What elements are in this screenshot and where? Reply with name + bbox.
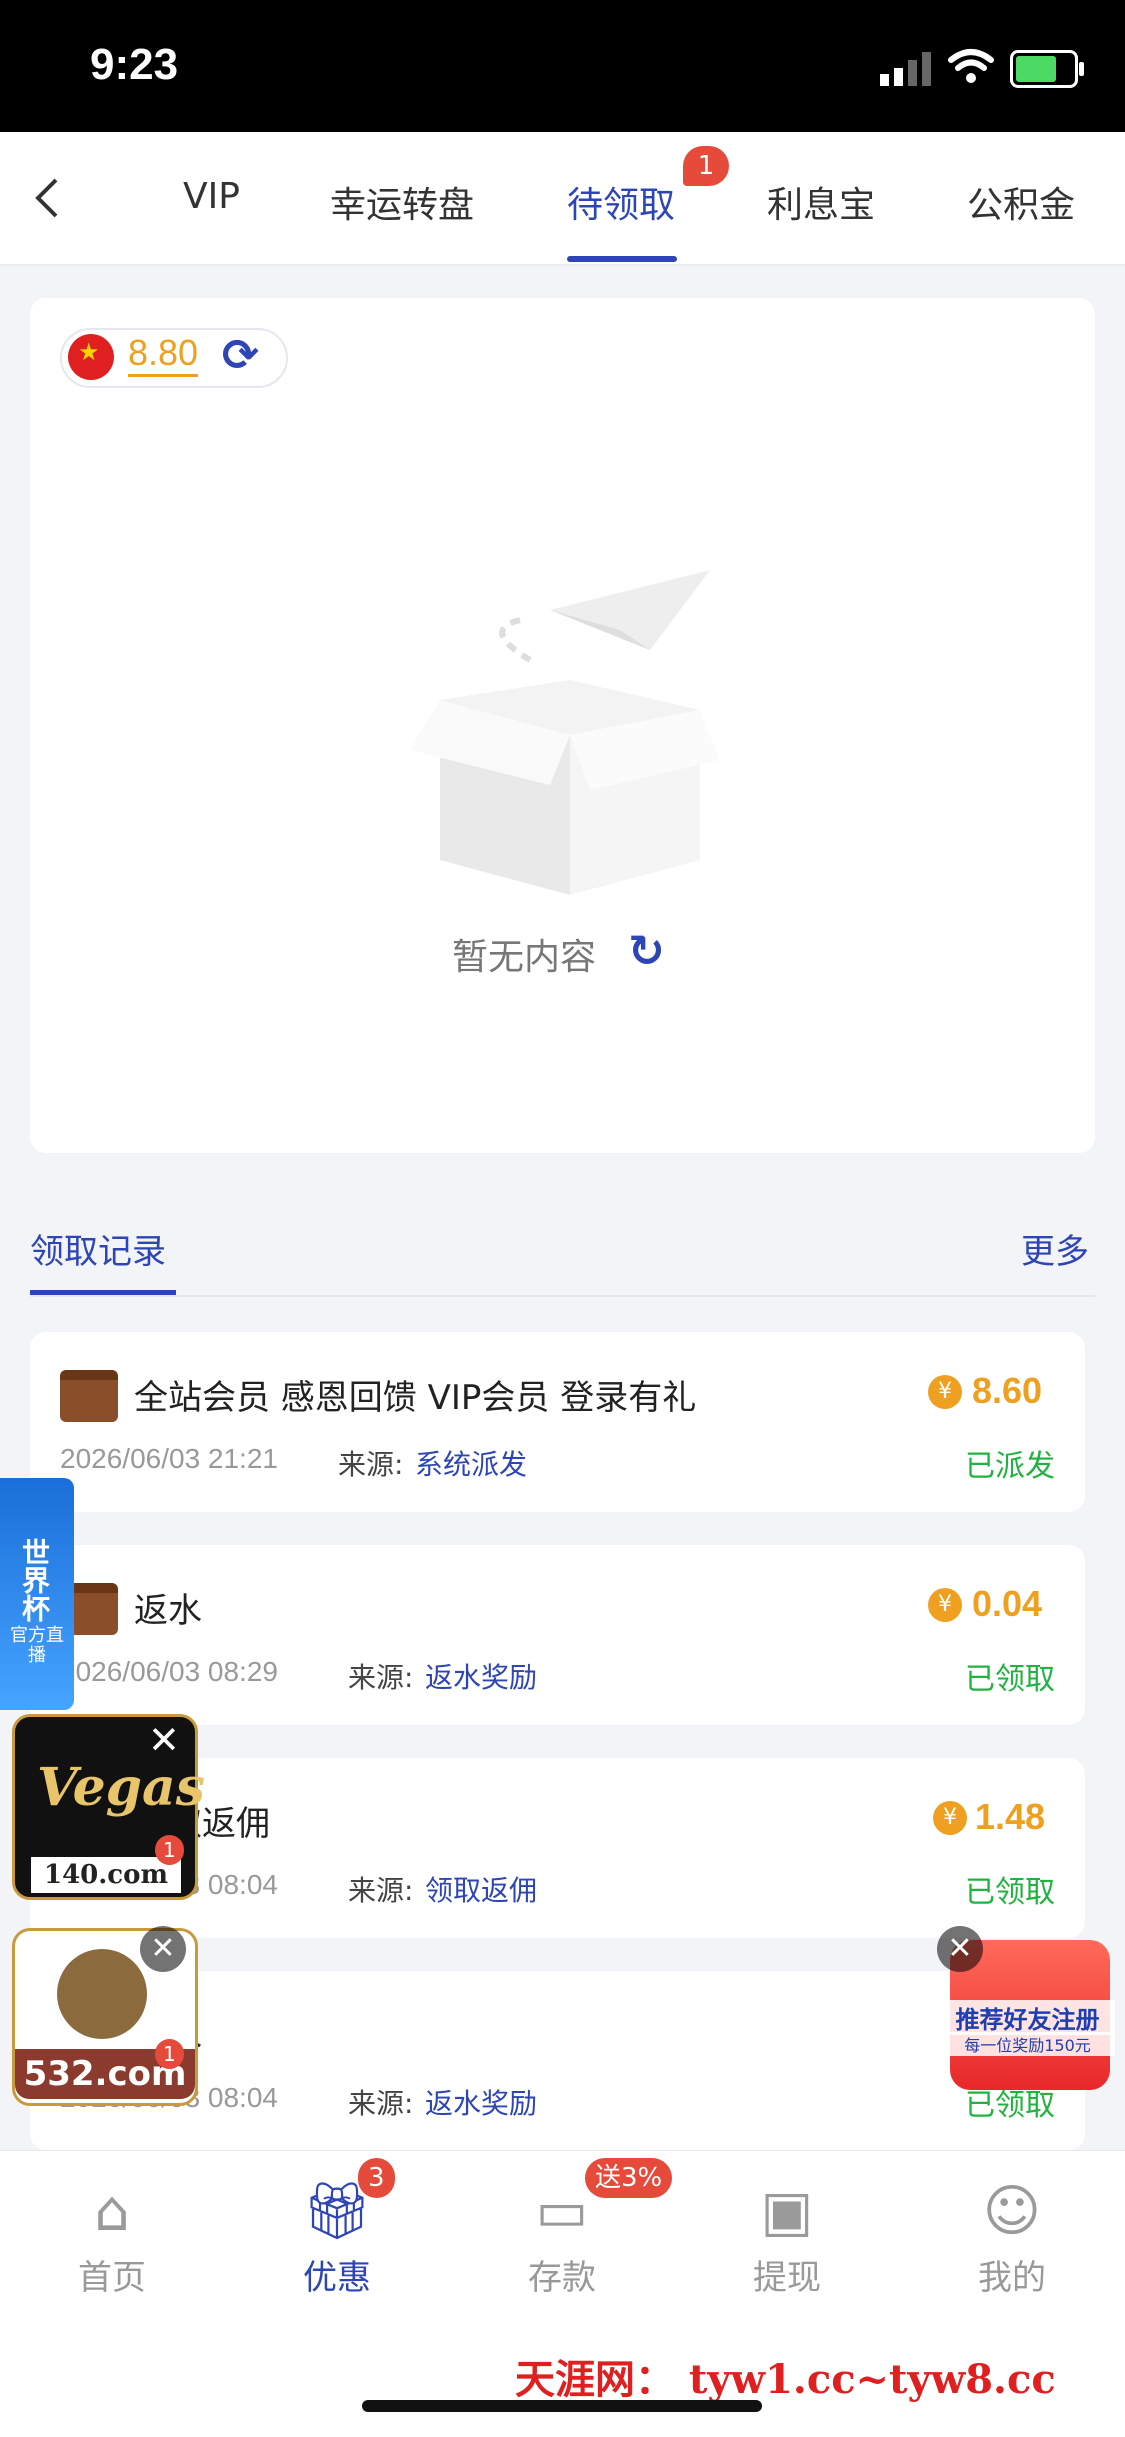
signal-icon [880, 50, 936, 86]
nav-withdraw[interactable]: ▣ 提现 [717, 2180, 857, 2299]
record-card[interactable] [30, 1545, 1085, 1725]
tab-pending[interactable]: 待领取 [567, 176, 675, 228]
nav-home-label: 首页 [78, 2258, 146, 2298]
tab-provident-fund[interactable]: 公积金 [967, 176, 1075, 228]
record-source: 领取返佣 [425, 1874, 538, 1907]
source-label: 来源: [348, 2087, 414, 2120]
site-532-logo [57, 1949, 147, 2039]
user-icon: ☺ [982, 2179, 1042, 2244]
records-tab[interactable]: 领取记录 [30, 1224, 166, 1273]
record-date: 2026/06/03 08:29 [60, 1656, 278, 1687]
coin-icon: ¥ [933, 1801, 967, 1835]
watermark-text: 天涯网： tyw1.cc~tyw8.cc [515, 2356, 1056, 2403]
nav-profile[interactable]: ☺ 我的 [942, 2180, 1082, 2299]
records-divider [30, 1295, 1095, 1297]
worldcup-ad-label: 世界杯 [18, 1538, 51, 1622]
record-status: 已领取 [965, 1875, 1055, 1910]
battery-icon [1010, 50, 1084, 88]
records-tab-indicator [30, 1290, 176, 1295]
source-label: 来源: [338, 1448, 404, 1481]
tab-interest[interactable]: 利息宝 [767, 176, 875, 228]
vegas-logo: Vegas [37, 1757, 205, 1818]
source-label: 来源: [348, 1874, 414, 1907]
record-date: 2026/06/03 21:21 [60, 1443, 278, 1474]
record-title: 返水 [134, 1591, 202, 1631]
vegas-ad-site: 140.com [31, 1857, 181, 1893]
nav-promotions[interactable]: 🎁︎ 优惠 [267, 2180, 407, 2299]
record-source: 返水奖励 [425, 1661, 538, 1694]
close-icon[interactable]: ✕ [937, 1926, 983, 1972]
close-icon[interactable]: ✕ [148, 1718, 180, 1762]
flag-star-icon: ★ [78, 338, 100, 366]
worldcup-ad-sublabel: 官方直播 [10, 1625, 64, 1666]
empty-box-illustration [410, 570, 720, 895]
status-bar: 9:23 [0, 0, 1125, 132]
clock: 9:23 [90, 40, 179, 89]
tab-pending-badge: 1 [683, 146, 729, 186]
deposit-bonus-badge: 送3% [585, 2158, 673, 2198]
top-nav: VIP 幸运转盘 待领取 1 利息宝 公积金 [0, 132, 1125, 266]
record-amount: 8.60 [972, 1370, 1043, 1411]
balance-value: 8.80 [128, 332, 199, 377]
record-amount: 0.04 [972, 1583, 1043, 1624]
promotions-badge: 3 [358, 2158, 395, 2198]
record-title: 全站会员 感恩回馈 VIP会员 登录有礼 [134, 1378, 697, 1418]
wifi-icon [948, 49, 994, 83]
record-status: 已领取 [965, 1662, 1055, 1697]
back-icon[interactable] [32, 176, 62, 220]
nav-home[interactable]: ⌂ 首页 [42, 2180, 182, 2299]
source-label: 来源: [348, 1661, 414, 1694]
site-532-badge: 1 [155, 2039, 184, 2069]
nav-withdraw-label: 提现 [753, 2258, 821, 2298]
nav-profile-label: 我的 [978, 2258, 1046, 2298]
active-tab-indicator [567, 256, 677, 262]
nav-promotions-label: 优惠 [303, 2258, 371, 2298]
record-source: 系统派发 [415, 1448, 528, 1481]
treasure-chest-icon [60, 1370, 118, 1422]
empty-state-text: 暂无内容 [452, 937, 597, 978]
tab-lucky-wheel[interactable]: 幸运转盘 [330, 176, 474, 228]
record-card[interactable] [30, 1332, 1085, 1512]
record-status: 已派发 [965, 1449, 1055, 1484]
tab-vip[interactable]: VIP [183, 176, 240, 217]
home-icon: ⌂ [94, 2179, 130, 2244]
coin-icon: ¥ [928, 1375, 962, 1409]
record-source: 返水奖励 [425, 2087, 538, 2120]
worldcup-ad[interactable]: 世界杯 官方直播 [0, 1478, 74, 1710]
ticket-icon: ▣ [760, 2179, 814, 2244]
nav-deposit-label: 存款 [528, 2258, 596, 2298]
referral-ad-title: 推荐好友注册 [940, 2000, 1115, 2035]
coin-icon: ¥ [928, 1588, 962, 1622]
more-link[interactable]: 更多 [1021, 1224, 1089, 1273]
close-icon[interactable]: ✕ [140, 1926, 186, 1972]
vegas-ad-badge: 1 [155, 1835, 184, 1865]
record-amount: 1.48 [975, 1796, 1046, 1837]
refresh-balance-icon[interactable]: ⟳ [222, 330, 259, 381]
home-indicator[interactable] [362, 2400, 762, 2412]
referral-ad-subtitle: 每一位奖励150元 [940, 2032, 1115, 2056]
reload-icon[interactable]: ↻ [628, 926, 665, 977]
